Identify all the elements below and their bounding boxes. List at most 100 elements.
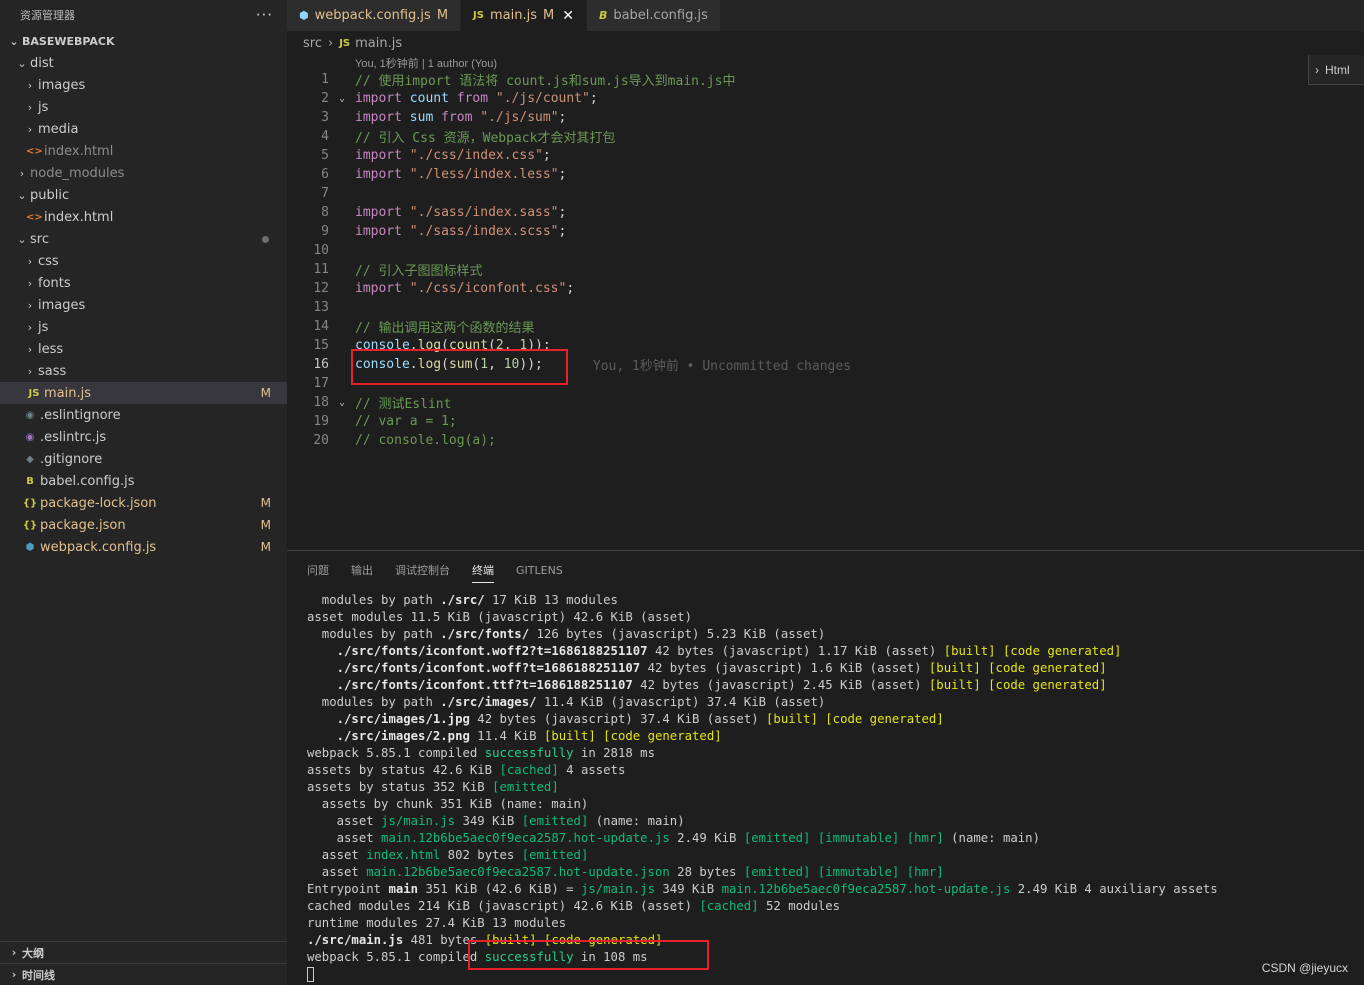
tree-file-index-html[interactable]: <> index.html <box>0 140 287 162</box>
tree-file-babel-config-js[interactable]: Bbabel.config.js <box>0 470 287 492</box>
tab-gitlens[interactable]: GITLENS <box>516 560 563 581</box>
editor-tabs: ⬢ webpack.config.js M JS main.js M ✕ B b… <box>287 0 1364 31</box>
tab-output[interactable]: 输出 <box>351 558 373 582</box>
tree-folder-public[interactable]: ⌄ public <box>0 184 287 206</box>
git-blame-annotation: You, 1秒钟前 • Uncommitted changes <box>592 359 852 374</box>
code-line: 19// var a = 1; <box>313 414 457 429</box>
tree-folder-js[interactable]: › js <box>0 96 287 118</box>
more-actions-icon[interactable]: ··· <box>256 6 273 24</box>
modified-badge: M <box>260 540 271 554</box>
code-line: 5 import "./css/index.css"; <box>321 148 551 163</box>
code-line: 14// 输出调用这两个函数的结果 <box>313 319 535 336</box>
terminal-cursor <box>307 967 314 982</box>
tree-folder-images[interactable]: › images <box>0 294 287 316</box>
timeline-section[interactable]: › 时间线 <box>0 963 287 985</box>
explorer-header: 资源管理器 ··· <box>0 0 287 30</box>
code-line: 13 <box>313 300 329 315</box>
tree-item-label: .eslintrc.js <box>40 429 107 445</box>
tree-file--gitignore[interactable]: ◆ .gitignore <box>0 448 287 470</box>
tree-folder-less[interactable]: › less <box>0 338 287 360</box>
tree-item-label: images <box>38 77 86 93</box>
babel-icon: B <box>26 475 34 487</box>
tree-item-label: images <box>38 297 86 313</box>
tree-file-webpack-config-js[interactable]: ⬢ webpack.config.js M <box>0 536 287 558</box>
tab-debug-console[interactable]: 调试控制台 <box>395 558 450 582</box>
workspace-root[interactable]: ⌄ BASEWEBPACK <box>0 30 287 52</box>
tree-folder-node-modules[interactable]: › node_modules <box>0 162 287 184</box>
tab-webpack-config[interactable]: ⬢ webpack.config.js M <box>287 0 462 31</box>
tree-item-label: webpack.config.js <box>40 539 157 555</box>
tab-label: babel.config.js <box>613 8 708 23</box>
terminal-output[interactable]: modules by path ./src/ 17 KiB 13 modules… <box>307 592 1218 983</box>
tree-file--eslintrc-js[interactable]: ◉ .eslintrc.js <box>0 426 287 448</box>
tree-item-label: css <box>38 253 59 269</box>
chevron-right-icon: › <box>11 946 17 959</box>
explorer-sidebar: 资源管理器 ··· ⌄ BASEWEBPACK ⌄ dist › images › js ›… <box>0 0 287 985</box>
chevron-right-icon: › <box>27 122 33 136</box>
chevron-right-icon: › <box>27 364 33 378</box>
chevron-right-icon: › <box>27 254 33 268</box>
json-file-icon: {} <box>22 519 38 531</box>
chevron-down-icon: ⌄ <box>17 232 27 246</box>
js-file-icon: JS <box>28 387 40 399</box>
modified-badge: M <box>260 496 271 510</box>
highlight-box <box>351 349 568 385</box>
tree-folder-src[interactable]: ⌄ src <box>0 228 287 250</box>
tree-folder-media[interactable]: › media <box>0 118 287 140</box>
tree-item-label: main.js <box>44 385 91 401</box>
changes-dot-icon <box>262 235 269 243</box>
tree-item-label: fonts <box>38 275 71 291</box>
breadcrumb: src › JS main.js <box>287 31 1364 55</box>
outline-section[interactable]: › 大纲 <box>0 941 287 963</box>
chevron-right-icon: › <box>27 276 33 290</box>
highlight-box <box>468 940 709 970</box>
tree-item-label: src <box>30 231 49 247</box>
chevron-down-icon: ⌄ <box>17 188 27 202</box>
tree-item-label: sass <box>38 363 67 379</box>
modified-badge: M <box>436 8 449 23</box>
chevron-down-icon: ⌄ <box>17 56 27 70</box>
tree-file--eslintignore[interactable]: ◉ .eslintignore <box>0 404 287 426</box>
modified-badge: M <box>542 8 555 23</box>
tree-folder-images[interactable]: › images <box>0 74 287 96</box>
close-icon[interactable]: ✕ <box>562 8 574 24</box>
tab-terminal[interactable]: 终端 <box>472 558 494 583</box>
tree-item-label: .eslintignore <box>40 407 121 423</box>
timeline-section-label: 时间线 <box>22 968 55 982</box>
tree-item-label: package-lock.json <box>40 495 157 511</box>
tree-file-main-js[interactable]: JS main.js M <box>0 382 287 404</box>
tab-label: main.js <box>489 8 537 23</box>
tree-folder-js[interactable]: › js <box>0 316 287 338</box>
json-file-icon: {} <box>22 497 38 509</box>
modified-badge: M <box>260 518 271 532</box>
tree-file-index-html[interactable]: <> index.html <box>0 206 287 228</box>
modified-badge: M <box>260 386 271 400</box>
tree-item-label: index.html <box>44 209 114 225</box>
tree-folder-sass[interactable]: › sass <box>0 360 287 382</box>
breadcrumb-file[interactable]: main.js <box>355 36 402 51</box>
tree-folder-dist[interactable]: ⌄ dist <box>0 52 287 74</box>
chevron-right-icon: › <box>27 298 33 312</box>
tree-file-package-json[interactable]: {} package.json M <box>0 514 287 536</box>
tree-file-package-lock-json[interactable]: {} package-lock.json M <box>0 492 287 514</box>
chevron-right-icon: › <box>27 100 33 114</box>
tab-problems[interactable]: 问题 <box>307 558 329 582</box>
chevron-right-icon: › <box>27 78 33 92</box>
breadcrumb-folder[interactable]: src <box>303 36 322 51</box>
tree-folder-fonts[interactable]: › fonts <box>0 272 287 294</box>
breadcrumb-separator: › <box>327 35 334 51</box>
tree-item-label: package.json <box>40 517 126 533</box>
codelens-author[interactable]: You, 1秒钟前 | 1 author (You) <box>355 55 497 71</box>
html-file-icon: <> <box>26 211 43 223</box>
workspace-root-label: BASEWEBPACK <box>22 34 115 48</box>
code-line: 4// 引入 Css 资源，Webpack才会对其打包 <box>321 129 616 146</box>
webpack-icon: ⬢ <box>299 9 309 22</box>
code-line: 7 <box>321 186 329 201</box>
code-line: 10 <box>313 243 329 258</box>
tab-main-js[interactable]: JS main.js M ✕ <box>461 0 587 31</box>
code-editor[interactable]: You, 1秒钟前 | 1 author (You) › Html 1// 使用… <box>287 55 1364 550</box>
code-line: 1// 使用import 语法将 count.js和sum.js导入到main.… <box>321 72 736 89</box>
tree-folder-css[interactable]: › css <box>0 250 287 272</box>
tab-babel-config[interactable]: B babel.config.js <box>586 0 721 31</box>
tree-item-label: babel.config.js <box>40 473 135 489</box>
